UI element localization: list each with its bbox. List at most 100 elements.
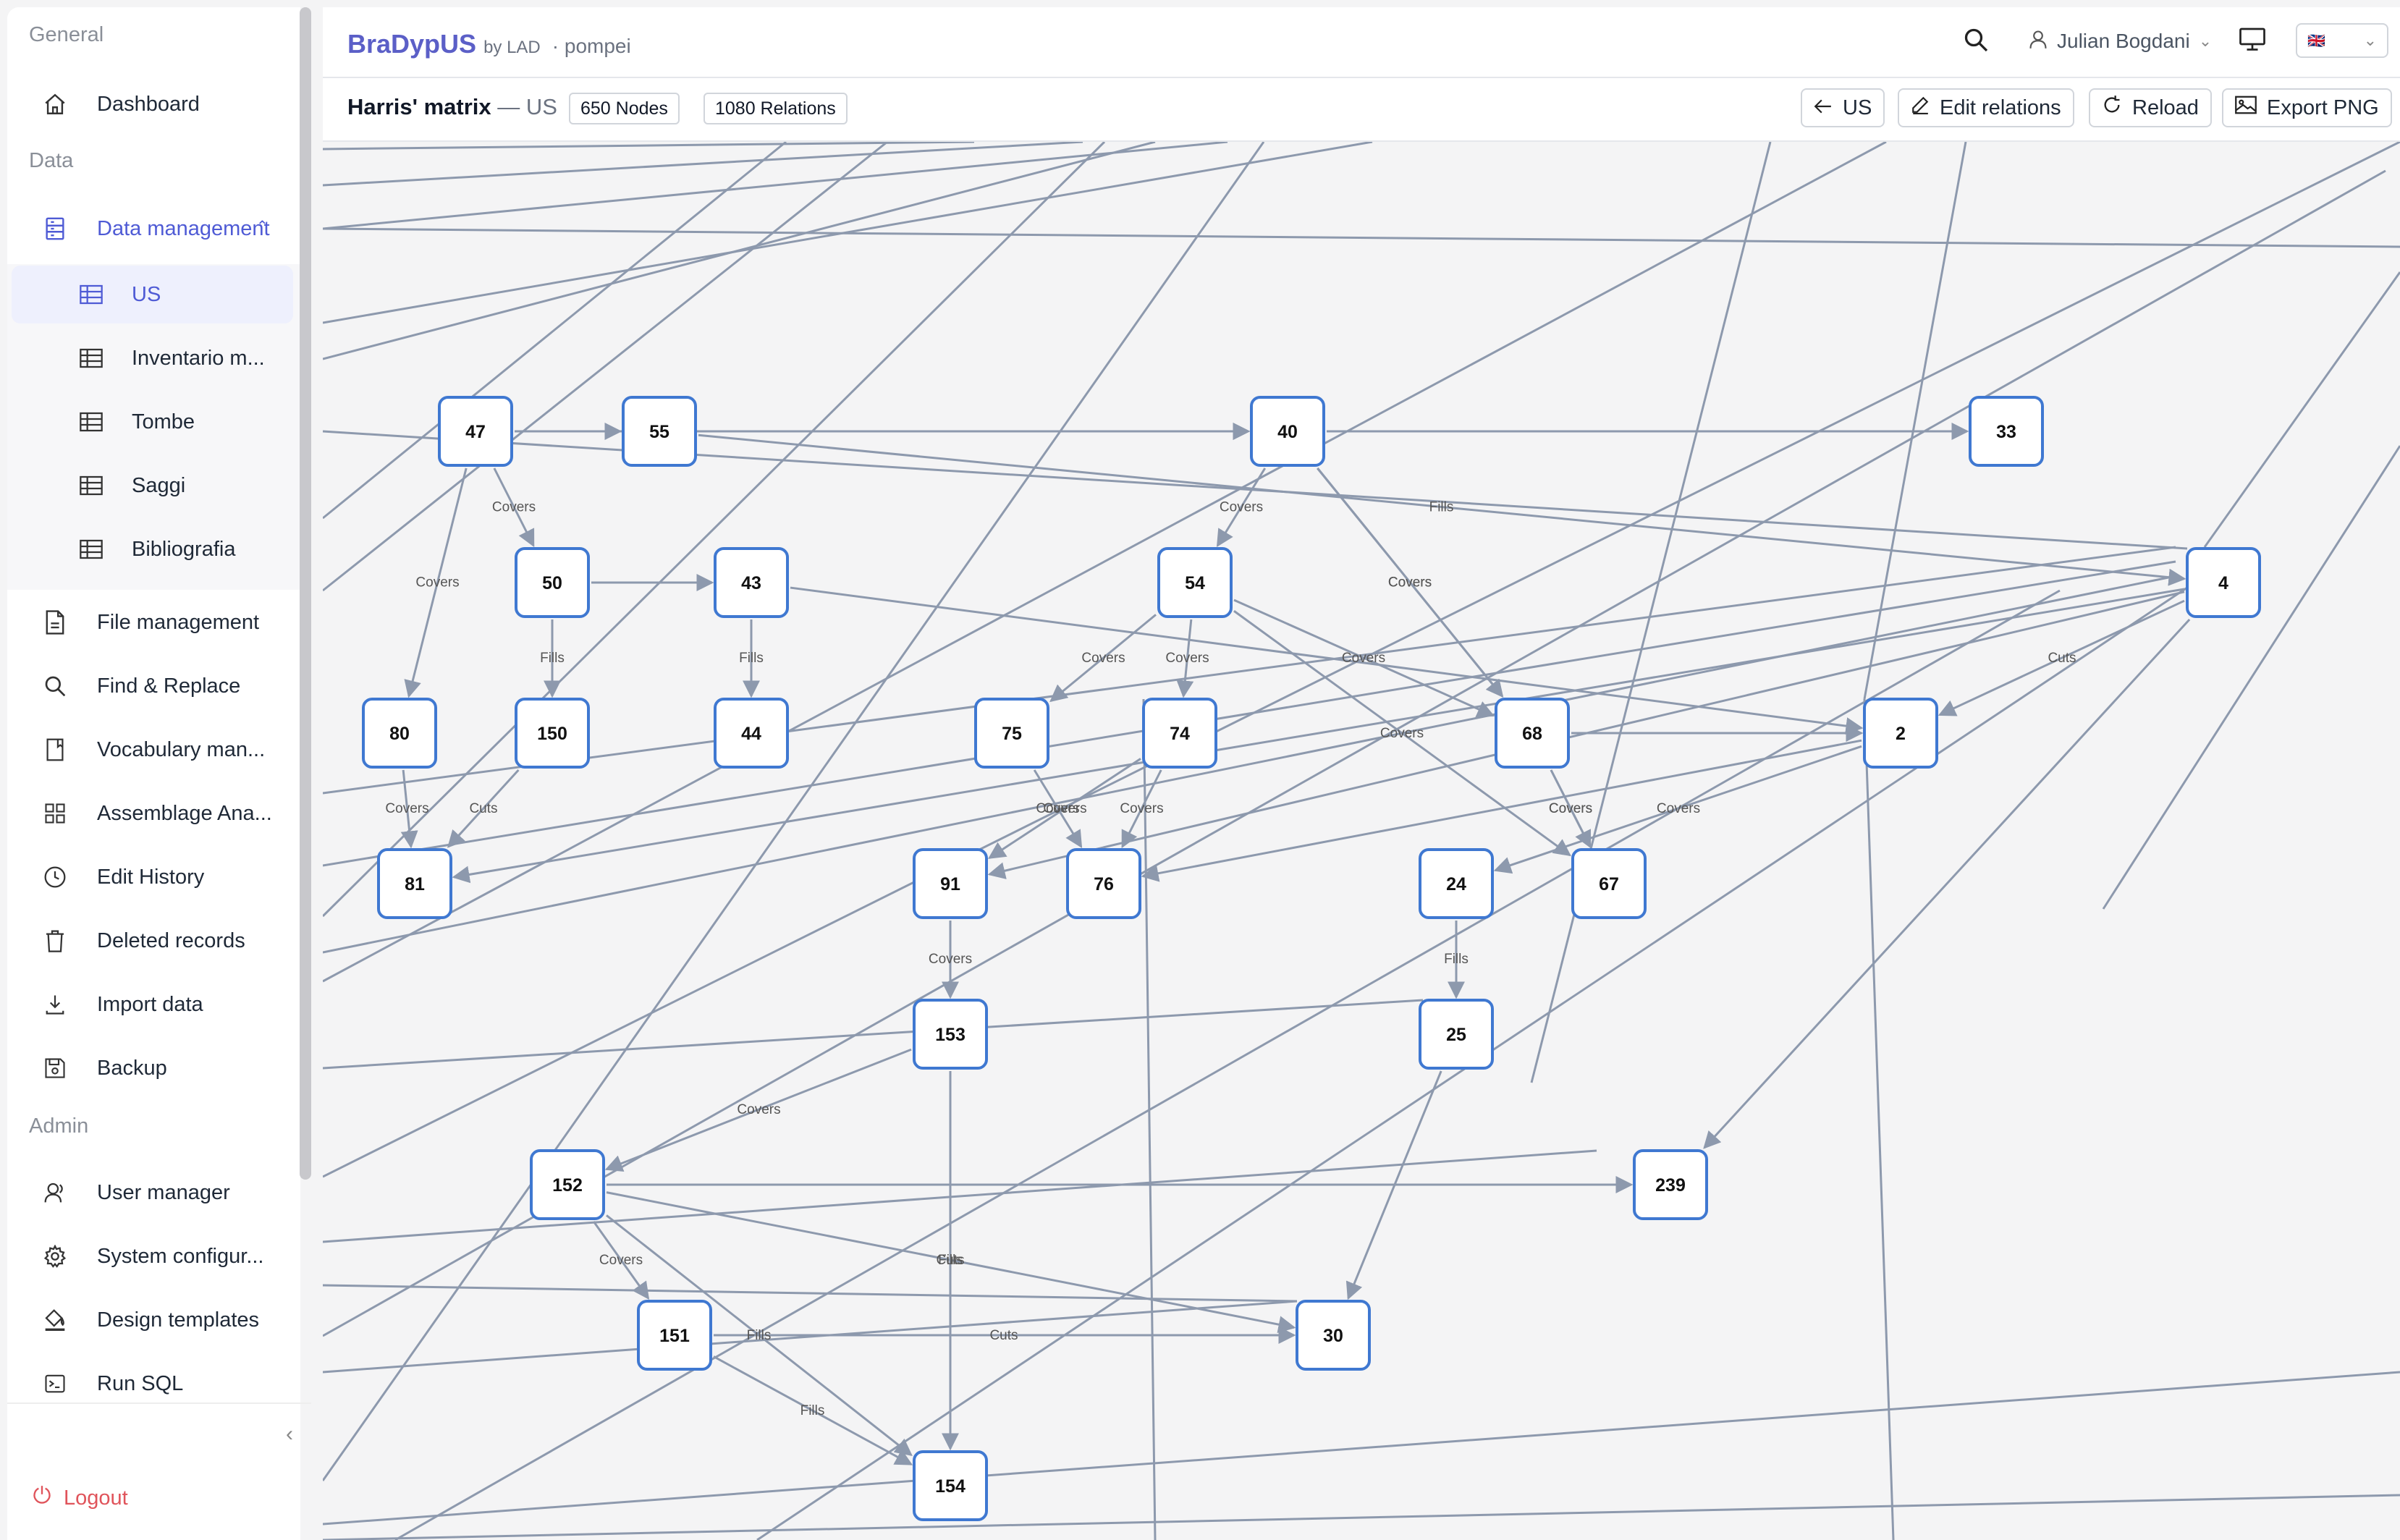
matrix-node[interactable]: 2: [1863, 698, 1938, 769]
logout-icon: [32, 1485, 52, 1511]
sidebar-item-backup[interactable]: Backup: [7, 1038, 300, 1099]
sidebar-item-user-manager[interactable]: User manager: [7, 1162, 300, 1223]
logout-label: Logout: [64, 1486, 128, 1510]
sidebar-scrollbar[interactable]: [300, 7, 311, 1180]
harris-matrix-canvas[interactable]: Covers Covers Fills Fills Covers Covers Covers…: [323, 142, 2400, 1540]
matrix-node[interactable]: 24: [1419, 848, 1494, 919]
sidebar-item-label: System configur...: [97, 1244, 264, 1268]
sidebar-item-deleted-records[interactable]: Deleted records: [7, 910, 300, 971]
sidebar-item-import-data[interactable]: Import data: [7, 974, 300, 1035]
edge-label: Covers: [737, 1102, 780, 1117]
table-icon: [78, 282, 104, 308]
edge-label: Covers: [1342, 651, 1385, 666]
sidebar-item-label: Assemblage Ana...: [97, 801, 272, 825]
sidebar-item-label: User manager: [97, 1180, 230, 1204]
sidebar-item-us[interactable]: US: [7, 264, 300, 325]
sidebar-item-label: Backup: [97, 1056, 167, 1080]
sidebar-item-design-templates[interactable]: Design templates: [7, 1290, 300, 1350]
sidebar-item-run-sql[interactable]: Run SQL: [7, 1353, 300, 1414]
matrix-node[interactable]: 80: [362, 698, 437, 769]
edge: [1703, 618, 2191, 1149]
reload-label: Reload: [2132, 96, 2199, 119]
app-by: by LAD: [483, 38, 541, 57]
collapse-sidebar-button[interactable]: ‹: [274, 1418, 305, 1450]
harris-matrix-graph[interactable]: Covers Covers Fills Fills Covers Covers Covers…: [323, 142, 2400, 1540]
sidebar-item-saggi[interactable]: Saggi: [7, 455, 300, 516]
logout-button[interactable]: Logout: [32, 1485, 128, 1511]
node-label: 25: [1446, 1025, 1466, 1045]
sidebar-item-dashboard[interactable]: Dashboard: [7, 74, 300, 135]
matrix-node[interactable]: 239: [1633, 1149, 1708, 1220]
sidebar-item-label: File management: [97, 610, 260, 634]
edge-label: Covers: [415, 575, 459, 591]
section-data: Data: [29, 149, 74, 172]
sidebar-item-file-management[interactable]: File management: [7, 592, 300, 653]
edit-relations-button[interactable]: Edit relations: [1898, 88, 2074, 127]
matrix-node[interactable]: 153: [913, 999, 988, 1070]
sidebar-item-edit-history[interactable]: Edit History: [7, 847, 300, 908]
chevron-down-icon: ⌄: [2363, 31, 2377, 49]
edge: [2203, 271, 2400, 548]
matrix-node[interactable]: 33: [1969, 396, 2044, 467]
sidebar-item-find-replace[interactable]: Find & Replace: [7, 656, 300, 716]
gear-icon: [42, 1243, 68, 1269]
paint-bucket-icon: [42, 1307, 68, 1333]
matrix-node[interactable]: 68: [1495, 698, 1570, 769]
edge-label: Cuts: [469, 801, 497, 816]
node-label: 67: [1599, 874, 1619, 894]
sidebar-item-tombe[interactable]: Tombe: [7, 392, 300, 452]
edge-label: Fills: [1444, 952, 1469, 967]
matrix-node[interactable]: 152: [530, 1149, 605, 1220]
language-select[interactable]: 🇬🇧 ⌄: [2296, 23, 2388, 58]
edge: [323, 142, 975, 151]
matrix-node[interactable]: 43: [714, 547, 789, 618]
back-label: US: [1843, 96, 1872, 119]
reload-button[interactable]: Reload: [2089, 88, 2212, 127]
page-subtitle: — US: [497, 94, 557, 119]
matrix-node[interactable]: 151: [637, 1300, 712, 1371]
matrix-node[interactable]: 30: [1296, 1300, 1371, 1371]
matrix-node[interactable]: 50: [515, 547, 590, 618]
matrix-node[interactable]: 55: [622, 396, 697, 467]
edge: [1863, 698, 1895, 1540]
search-button[interactable]: [1963, 23, 1989, 59]
matrix-node[interactable]: 25: [1419, 999, 1494, 1070]
sidebar-item-assemblage[interactable]: Assemblage Ana...: [7, 783, 300, 844]
node-label: 33: [1996, 422, 2016, 442]
matrix-node[interactable]: 74: [1142, 698, 1217, 769]
node-label: 50: [542, 573, 562, 593]
sidebar-item-vocabulary[interactable]: Vocabulary man...: [7, 719, 300, 780]
sidebar-item-label: Vocabulary man...: [97, 737, 266, 761]
sidebar-item-bibliografia[interactable]: Bibliografia: [7, 519, 300, 580]
matrix-node[interactable]: 44: [714, 698, 789, 769]
node-label: 239: [1655, 1175, 1686, 1196]
matrix-node[interactable]: 81: [377, 848, 452, 919]
matrix-node[interactable]: 75: [974, 698, 1049, 769]
matrix-node[interactable]: 47: [438, 396, 513, 467]
matrix-node[interactable]: 40: [1250, 396, 1325, 467]
display-mode-button[interactable]: [2239, 23, 2265, 59]
matrix-node[interactable]: 150: [515, 698, 590, 769]
matrix-node[interactable]: 4: [2186, 547, 2261, 618]
sidebar-item-inventario[interactable]: Inventario m...: [7, 328, 300, 389]
sidebar-item-data-management[interactable]: Data management ⌃: [7, 198, 300, 259]
sidebar-item-label: Bibliografia: [132, 537, 236, 561]
brand[interactable]: BraDypUS by LAD · pompei: [347, 29, 631, 59]
node-label: 153: [935, 1025, 966, 1045]
search-icon: [1963, 27, 1989, 56]
top-bar: BraDypUS by LAD · pompei Julian Bogdani …: [323, 7, 2400, 78]
pencil-icon: [1911, 96, 1930, 120]
uk-flag-icon: 🇬🇧: [2307, 33, 2325, 49]
matrix-node[interactable]: 76: [1066, 848, 1141, 919]
node-label: 74: [1170, 724, 1190, 744]
user-menu[interactable]: Julian Bogdani ⌄: [2028, 23, 2212, 59]
matrix-node[interactable]: 154: [913, 1450, 988, 1521]
matrix-node[interactable]: 67: [1571, 848, 1647, 919]
export-png-button[interactable]: Export PNG: [2222, 88, 2392, 127]
clock-icon: [42, 864, 68, 890]
download-icon: [42, 991, 68, 1018]
matrix-node[interactable]: 54: [1157, 547, 1233, 618]
matrix-node[interactable]: 91: [913, 848, 988, 919]
back-to-us-button[interactable]: US: [1801, 88, 1885, 127]
sidebar-item-system-config[interactable]: System configur...: [7, 1226, 300, 1287]
